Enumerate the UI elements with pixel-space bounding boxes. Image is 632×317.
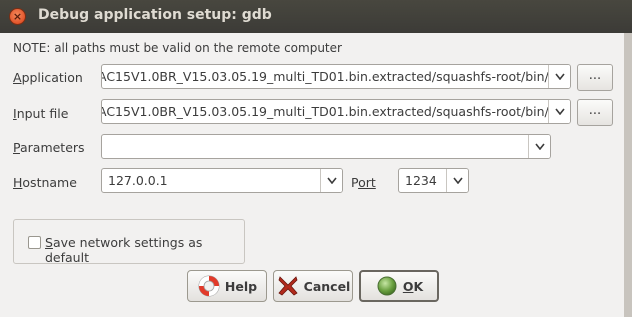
chevron-down-icon[interactable] xyxy=(528,135,550,158)
window-title: Debug application setup: gdb xyxy=(38,7,272,23)
parameters-label: Parameters xyxy=(13,140,85,155)
chevron-down-icon[interactable] xyxy=(320,169,342,192)
application-combo[interactable]: AC15V1.0BR_V15.03.05.19_multi_TD01.bin.e… xyxy=(101,64,571,89)
x-mark-icon xyxy=(276,274,300,298)
title-bar: × Debug application setup: gdb xyxy=(0,0,632,33)
note-text: NOTE: all paths must be valid on the rem… xyxy=(13,41,342,55)
save-settings-group: Save network settings as default xyxy=(13,219,245,265)
save-settings-label[interactable]: Save network settings as default xyxy=(45,235,244,265)
chevron-down-icon[interactable] xyxy=(548,65,570,88)
green-circle-icon xyxy=(375,274,399,298)
input-file-combo[interactable]: AC15V1.0BR_V15.03.05.19_multi_TD01.bin.e… xyxy=(101,99,571,124)
port-value: 1234 xyxy=(405,173,437,188)
lifebuoy-icon xyxy=(197,274,221,298)
close-icon[interactable]: × xyxy=(9,8,26,25)
hostname-label: Hostname xyxy=(13,175,77,190)
help-button[interactable]: Help xyxy=(187,270,267,302)
chevron-down-icon[interactable] xyxy=(446,169,468,192)
ok-button[interactable]: OK xyxy=(359,270,439,302)
input-file-value: AC15V1.0BR_V15.03.05.19_multi_TD01.bin.e… xyxy=(101,104,571,119)
port-combo[interactable]: 1234 xyxy=(398,168,469,193)
input-file-label: Input file xyxy=(13,106,69,121)
chevron-down-icon[interactable] xyxy=(548,100,570,123)
input-file-browse-button[interactable]: ... xyxy=(577,99,613,126)
hostname-value[interactable]: 127.0.0.1 xyxy=(108,173,168,188)
save-settings-checkbox[interactable] xyxy=(28,236,41,249)
port-label: Port xyxy=(351,175,376,190)
application-label: Application xyxy=(13,70,83,85)
cancel-button-label: Cancel xyxy=(303,278,351,294)
ok-button-label: OK xyxy=(402,278,424,294)
parameters-combo[interactable] xyxy=(101,134,551,159)
hostname-combo[interactable]: 127.0.0.1 xyxy=(101,168,343,193)
background-strip xyxy=(624,33,632,317)
cancel-button[interactable]: Cancel xyxy=(273,270,353,302)
help-button-label: Help xyxy=(224,278,258,294)
application-value: AC15V1.0BR_V15.03.05.19_multi_TD01.bin.e… xyxy=(101,69,571,84)
application-browse-button[interactable]: ... xyxy=(577,64,613,91)
